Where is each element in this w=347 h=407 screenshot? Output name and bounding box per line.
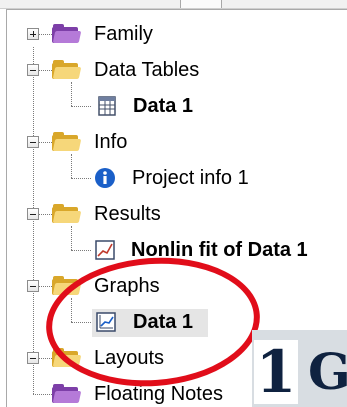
annotation-circle — [41, 250, 265, 394]
tree-connector — [38, 286, 52, 287]
folder-purple-icon — [52, 384, 82, 404]
overlay-letter: G — [308, 342, 347, 401]
collapse-toggle-layouts[interactable] — [27, 352, 39, 364]
panel-border-top — [6, 9, 347, 10]
collapse-toggle-data-tables[interactable] — [27, 64, 39, 76]
data-table-icon — [98, 96, 116, 116]
tree-connector-root — [33, 47, 34, 394]
tree-connector — [71, 226, 72, 250]
tree-connector — [38, 70, 52, 71]
tree-connector — [71, 250, 91, 251]
overlay-graphic: 1 G — [252, 330, 347, 407]
info-icon — [95, 168, 115, 188]
tree-item-results[interactable]: Results — [94, 202, 161, 226]
folder-yellow-icon — [52, 204, 82, 224]
expand-toggle-family[interactable] — [27, 28, 39, 40]
tree-connector — [71, 106, 91, 107]
tab-strip — [0, 0, 347, 9]
collapse-toggle-results[interactable] — [27, 208, 39, 220]
navigator-panel: Family Data Tables Data 1 Info Project i… — [0, 0, 347, 407]
tree-connector — [38, 142, 52, 143]
tree-connector — [38, 358, 52, 359]
collapse-toggle-info[interactable] — [27, 136, 39, 148]
panel-border-left — [6, 9, 7, 407]
tree-connector — [71, 154, 72, 178]
folder-purple-icon — [52, 24, 82, 44]
folder-yellow-icon — [52, 132, 82, 152]
tree-connector — [33, 394, 52, 395]
tab-edge — [180, 0, 222, 8]
tree-connector — [38, 214, 52, 215]
tree-item-data-tables[interactable]: Data Tables — [94, 58, 199, 82]
results-chart-icon — [95, 240, 115, 260]
tree-connector — [71, 178, 91, 179]
overlay-number: 1 — [254, 338, 298, 406]
tree-connector — [71, 82, 72, 106]
tree-item-project-info-1[interactable]: Project info 1 — [132, 166, 249, 190]
folder-yellow-icon — [52, 60, 82, 80]
tree-connector — [38, 34, 52, 35]
tree-item-data-table-1[interactable]: Data 1 — [133, 94, 193, 118]
tree-item-family[interactable]: Family — [94, 22, 153, 46]
collapse-toggle-graphs[interactable] — [27, 280, 39, 292]
tree-item-info[interactable]: Info — [94, 130, 127, 154]
